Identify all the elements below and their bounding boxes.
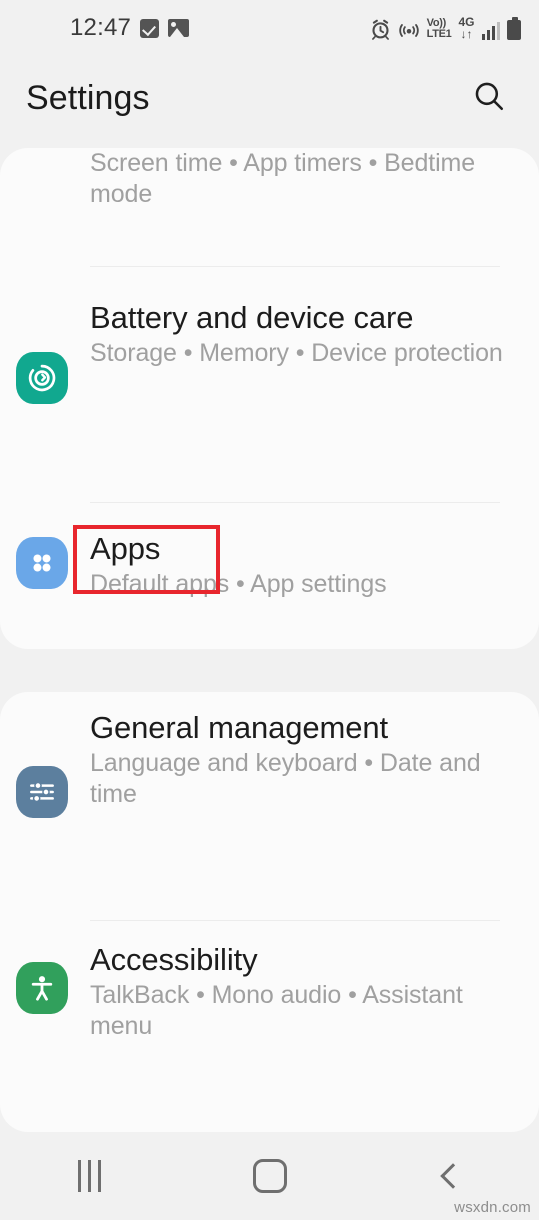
home-icon (252, 1159, 287, 1193)
row-subtitle: Default apps • App settings (90, 570, 387, 599)
row-text: Battery and device care Storage • Memory… (90, 300, 539, 369)
status-bar-left: 12:47 (70, 14, 190, 42)
network-arrows: ↓↑ (460, 27, 473, 41)
volte-line-2: LTE1 (426, 28, 452, 40)
row-divider (90, 920, 500, 921)
recents-button[interactable] (0, 1132, 180, 1220)
battery-icon (507, 17, 521, 40)
row-icon (16, 962, 68, 1014)
row-divider (90, 266, 500, 267)
accessibility-person-icon (16, 962, 68, 1014)
settings-row-apps[interactable]: Apps Default apps • App settings (0, 531, 539, 600)
settings-row-battery-and-device-care[interactable]: Battery and device care Storage • Memory… (0, 300, 539, 404)
checkbox-filled-icon (140, 18, 160, 38)
page-title: Settings (26, 78, 150, 117)
status-bar-right: Vo)) LTE1 4G ↓↑ (370, 16, 521, 40)
row-icon (16, 352, 68, 404)
row-divider (90, 502, 500, 503)
hotspot-icon (398, 19, 420, 40)
watermark: wsxdn.com (454, 1199, 531, 1216)
phone-screen: 12:47 Vo)) LTE1 4G ↓↑ Settings Screen ti… (0, 0, 539, 1220)
row-subtitle: TalkBack • Mono audio • Assistant menu (90, 981, 463, 1040)
signal-bars-icon (481, 22, 500, 40)
row-text: Apps Default apps • App settings (90, 531, 539, 600)
row-title: Battery and device care (90, 300, 414, 335)
row-text: controls Screen time • App timers • Bedt… (90, 148, 539, 209)
row-icon (16, 766, 68, 818)
settings-card-1: controls Screen time • App timers • Bedt… (0, 148, 539, 649)
apps-grid-icon (16, 537, 68, 589)
settings-row-accessibility[interactable]: Accessibility TalkBack • Mono audio • As… (0, 942, 539, 1041)
search-button[interactable] (467, 76, 511, 120)
row-text: General management Language and keyboard… (90, 710, 539, 809)
row-title: Accessibility (90, 942, 258, 977)
row-text: Accessibility TalkBack • Mono audio • As… (90, 942, 539, 1041)
row-subtitle: Storage • Memory • Device protection (90, 339, 503, 368)
home-button[interactable] (180, 1132, 360, 1220)
volte-icon: Vo)) LTE1 (427, 18, 452, 40)
row-subtitle: Screen time • App timers • Bedtime mode (90, 149, 476, 208)
row-subtitle: Language and keyboard • Date and time (90, 749, 481, 808)
settings-row-digital-wellbeing[interactable]: controls Screen time • App timers • Bedt… (0, 148, 539, 209)
back-icon (439, 1163, 466, 1189)
status-bar: 12:47 Vo)) LTE1 4G ↓↑ (0, 0, 539, 56)
alarm-icon (370, 19, 391, 40)
device-care-icon (16, 352, 68, 404)
settings-row-general-management[interactable]: General management Language and keyboard… (0, 710, 539, 818)
recents-icon (78, 1160, 102, 1192)
row-icon (16, 537, 68, 589)
status-bar-clock: 12:47 (70, 14, 132, 41)
row-title: Apps (90, 531, 161, 566)
network-4g-icon: 4G ↓↑ (458, 16, 474, 40)
sliders-icon (16, 766, 68, 818)
row-title: General management (90, 710, 389, 745)
image-gallery-icon (168, 19, 190, 37)
app-header: Settings (0, 56, 539, 140)
search-icon (472, 79, 506, 118)
settings-card-2: General management Language and keyboard… (0, 692, 539, 1132)
